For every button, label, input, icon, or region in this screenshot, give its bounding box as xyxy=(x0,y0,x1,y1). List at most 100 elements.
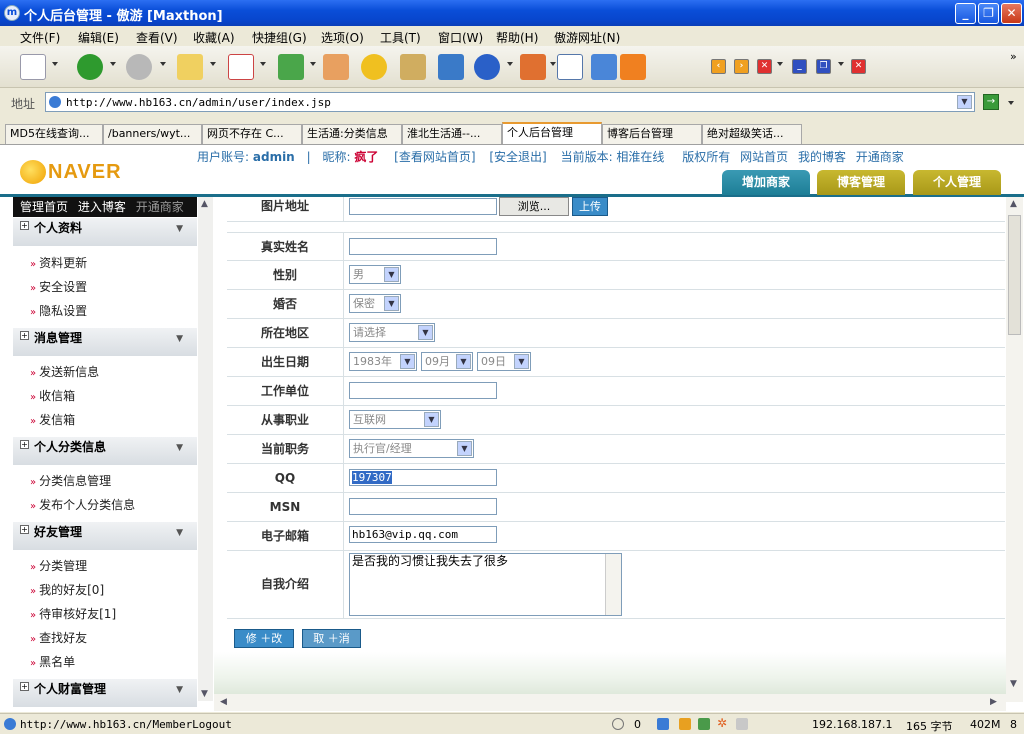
sidebar-group-messages[interactable]: + 消息管理 ▼ xyxy=(13,328,197,356)
restore-button[interactable]: ❐ xyxy=(978,3,999,24)
upload-button[interactable]: 上传 xyxy=(572,197,608,216)
go-icon[interactable]: → xyxy=(983,94,999,110)
open-merchant-sidebar-link[interactable]: 开通商家 xyxy=(136,200,184,214)
gender-select[interactable]: 男 ▼ xyxy=(349,265,401,284)
sidebar-item-send-message[interactable]: » 发送新信息 xyxy=(30,363,99,380)
menu-file[interactable]: 文件(F) xyxy=(20,29,60,46)
sidebar-item-pending-friends[interactable]: » 待审核好友[1] xyxy=(30,605,116,622)
stop-icon[interactable] xyxy=(228,54,254,80)
tab-blog-admin[interactable]: 博客后台管理 xyxy=(602,124,702,144)
tab-personal-admin[interactable]: 个人后台管理 xyxy=(502,122,602,144)
view-site-link[interactable]: [查看网站首页] xyxy=(394,150,475,164)
menu-window[interactable]: 窗口(W) xyxy=(438,29,483,46)
msn-input[interactable] xyxy=(349,498,497,515)
sidebar-group-wealth[interactable]: + 个人财富管理 ▼ xyxy=(13,679,197,707)
tab-huaibei-life[interactable]: 淮北生活通--... xyxy=(402,124,502,144)
menu-help[interactable]: 帮助(H) xyxy=(496,29,538,46)
site-home-link[interactable]: 网站首页 xyxy=(740,150,788,164)
next-tab-icon[interactable]: › xyxy=(734,59,749,74)
sidebar-item-post-classified[interactable]: » 发布个人分类信息 xyxy=(30,496,135,513)
network-icon[interactable] xyxy=(657,718,669,730)
toolbar-overflow-icon[interactable]: » xyxy=(1010,50,1017,63)
chevron-down-icon[interactable] xyxy=(777,62,783,66)
expand-icon[interactable]: + xyxy=(20,331,29,340)
region-select[interactable]: 请选择 ▼ xyxy=(349,323,435,342)
edit-icon[interactable] xyxy=(591,54,617,80)
up-folder-icon[interactable] xyxy=(177,54,203,80)
scroll-up-icon[interactable]: ▲ xyxy=(1010,199,1017,209)
sidebar-group-friends[interactable]: + 好友管理 ▼ xyxy=(13,522,197,550)
chevron-down-icon[interactable] xyxy=(160,62,166,66)
scroll-down-icon[interactable]: ▼ xyxy=(201,689,208,699)
security-icon[interactable] xyxy=(698,718,710,730)
sidebar-item-update-profile[interactable]: » 资料更新 xyxy=(30,254,87,271)
chevron-down-icon[interactable] xyxy=(507,62,513,66)
address-url[interactable]: http://www.hb163.cn/admin/user/index.jsp xyxy=(66,96,331,109)
new-page-icon[interactable] xyxy=(20,54,46,80)
list-view-icon[interactable] xyxy=(557,54,583,80)
employer-input[interactable] xyxy=(349,382,497,399)
menu-options[interactable]: 选项(O) xyxy=(321,29,364,46)
chevron-down-icon[interactable] xyxy=(550,62,556,66)
prev-tab-icon[interactable]: ‹ xyxy=(711,59,726,74)
expand-icon[interactable]: + xyxy=(20,682,29,691)
chevron-down-icon[interactable]: ▼ xyxy=(176,334,183,344)
tab-add-merchant[interactable]: 增加商家 xyxy=(722,170,810,195)
chevron-down-icon[interactable]: ▼ xyxy=(957,95,972,109)
expand-icon[interactable]: + xyxy=(20,440,29,449)
home-icon[interactable] xyxy=(323,54,349,80)
enter-blog-link[interactable]: 进入博客 xyxy=(78,200,126,214)
restore-tab-icon[interactable]: ❐ xyxy=(816,59,831,74)
back-icon[interactable] xyxy=(77,54,103,80)
horizontal-scrollbar[interactable]: ◀ ▶ xyxy=(214,694,1006,711)
realname-input[interactable] xyxy=(349,238,497,255)
page-scrollbar[interactable]: ▲ ▼ xyxy=(1006,197,1023,702)
browse-button[interactable]: 浏览... xyxy=(499,197,569,216)
chevron-down-icon[interactable]: ▼ xyxy=(384,296,399,311)
expand-icon[interactable]: + xyxy=(20,221,29,230)
position-select[interactable]: 执行官/经理 ▼ xyxy=(349,439,474,458)
minimize-button[interactable]: _ xyxy=(955,3,976,24)
chevron-down-icon[interactable]: ▼ xyxy=(424,412,439,427)
tab-page-not-found[interactable]: 网页不存在 C... xyxy=(202,124,302,144)
chevron-down-icon[interactable] xyxy=(110,62,116,66)
menu-tools[interactable]: 工具(T) xyxy=(380,29,421,46)
chevron-down-icon[interactable]: ▼ xyxy=(514,354,529,369)
chevron-down-icon[interactable] xyxy=(210,62,216,66)
chevron-down-icon[interactable]: ▼ xyxy=(418,325,433,340)
marital-select[interactable]: 保密 ▼ xyxy=(349,294,401,313)
sidebar-item-blacklist[interactable]: » 黑名单 xyxy=(30,653,75,670)
photo-path-input[interactable] xyxy=(349,198,497,215)
menu-favorites[interactable]: 收藏(A) xyxy=(193,29,235,46)
birth-year-select[interactable]: 1983年 ▼ xyxy=(349,352,417,371)
tab-jokes[interactable]: 绝对超级笑话... xyxy=(702,124,802,144)
tab-md5[interactable]: MD5在线查询... xyxy=(5,124,103,144)
screen-capture-icon[interactable] xyxy=(438,54,464,80)
scroll-right-icon[interactable]: ▶ xyxy=(990,697,997,707)
occupation-select[interactable]: 互联网 ▼ xyxy=(349,410,441,429)
tab-personal-manage[interactable]: 个人管理 xyxy=(913,170,1001,195)
scroll-down-icon[interactable]: ▼ xyxy=(1010,679,1017,689)
chevron-down-icon[interactable]: ▼ xyxy=(176,685,183,695)
close-tab-icon[interactable]: ✕ xyxy=(757,59,772,74)
minimize-tab-icon[interactable]: _ xyxy=(792,59,807,74)
chevron-down-icon[interactable] xyxy=(52,62,58,66)
chevron-down-icon[interactable] xyxy=(310,62,316,66)
admin-home-link[interactable]: 管理首页 xyxy=(20,200,68,214)
refresh-icon[interactable] xyxy=(278,54,304,80)
popup-blocker-icon[interactable] xyxy=(612,718,624,730)
sidebar-item-my-friends[interactable]: » 我的好友[0] xyxy=(30,581,104,598)
cancel-button[interactable]: 取 ＋消 xyxy=(302,629,361,648)
expand-icon[interactable]: + xyxy=(20,525,29,534)
submit-button[interactable]: 修 ＋改 xyxy=(234,629,294,648)
chevron-down-icon[interactable]: ▼ xyxy=(176,528,183,538)
filter-icon[interactable] xyxy=(520,54,546,80)
undo-icon[interactable] xyxy=(474,54,500,80)
chevron-down-icon[interactable] xyxy=(260,62,266,66)
sidebar-group-profile[interactable]: + 个人资料 ▼ xyxy=(13,218,197,246)
my-blog-link[interactable]: 我的博客 xyxy=(798,150,846,164)
qq-input[interactable]: 197307 xyxy=(349,469,497,486)
chevron-down-icon[interactable]: ▼ xyxy=(384,267,399,282)
chevron-down-icon[interactable] xyxy=(838,62,844,66)
sidebar-item-classifieds-manage[interactable]: » 分类信息管理 xyxy=(30,472,111,489)
